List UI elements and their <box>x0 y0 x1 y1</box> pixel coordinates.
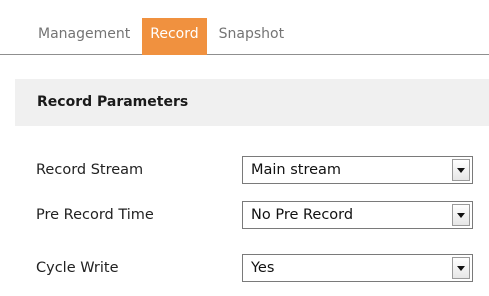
pre-record-time-label: Pre Record Time <box>36 207 154 223</box>
chevron-down-icon[interactable] <box>452 204 470 226</box>
record-stream-row: Record Stream Main stream <box>0 156 489 184</box>
section-title: Record Parameters <box>37 94 189 110</box>
chevron-down-icon[interactable] <box>452 159 470 181</box>
tab-list: Management Record Snapshot <box>30 18 292 55</box>
cycle-write-row: Cycle Write Yes <box>0 254 489 282</box>
section-header: Record Parameters <box>15 79 489 126</box>
record-stream-select[interactable]: Main stream <box>242 156 473 184</box>
pre-record-time-value: No Pre Record <box>251 207 354 223</box>
tab-bar: Management Record Snapshot <box>0 0 489 55</box>
tab-record[interactable]: Record <box>142 18 207 55</box>
record-stream-label: Record Stream <box>36 162 144 178</box>
cycle-write-label: Cycle Write <box>36 260 119 276</box>
pre-record-time-select[interactable]: No Pre Record <box>242 201 473 229</box>
tab-snapshot[interactable]: Snapshot <box>211 18 292 55</box>
cycle-write-select[interactable]: Yes <box>242 254 473 282</box>
cycle-write-value: Yes <box>251 260 275 276</box>
pre-record-time-row: Pre Record Time No Pre Record <box>0 201 489 229</box>
chevron-down-icon[interactable] <box>452 257 470 279</box>
tab-management[interactable]: Management <box>30 18 138 55</box>
record-stream-value: Main stream <box>251 162 342 178</box>
